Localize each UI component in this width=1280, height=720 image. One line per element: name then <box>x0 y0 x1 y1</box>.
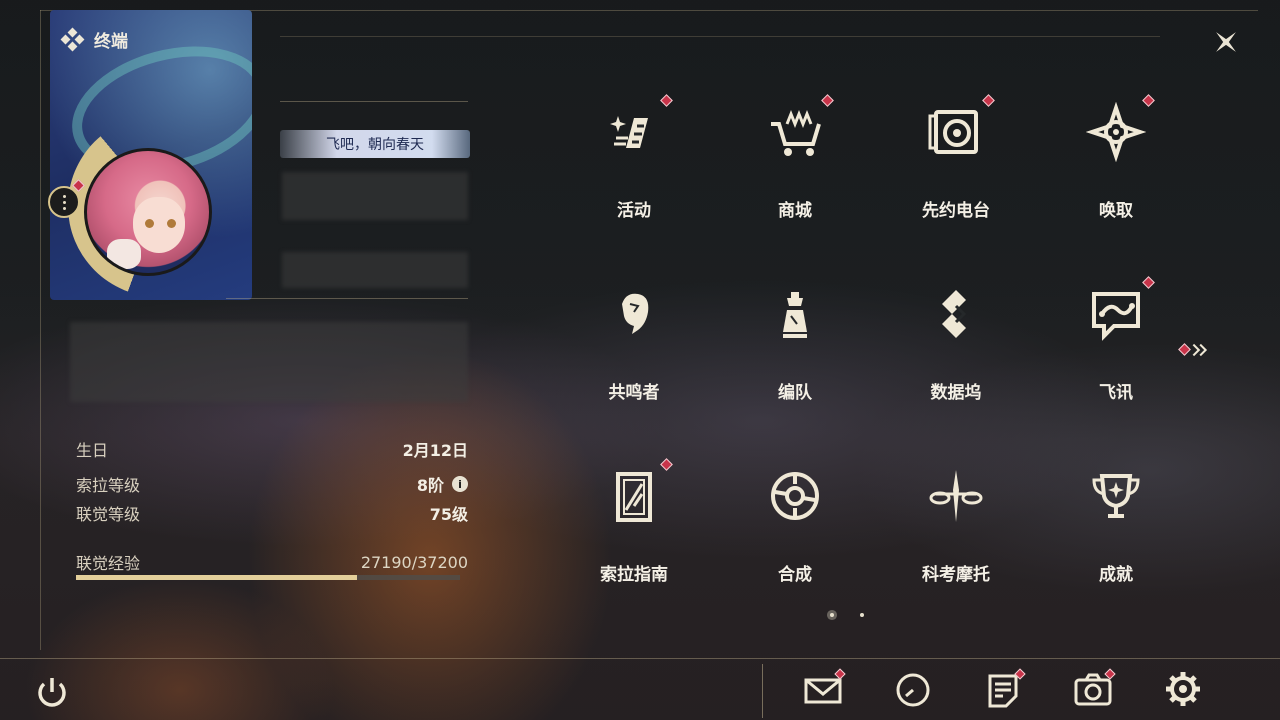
settings-button[interactable] <box>1162 668 1204 710</box>
menu-item-convene[interactable]: 唤取 <box>1056 94 1176 234</box>
power-button[interactable] <box>32 672 72 712</box>
menu-item-events[interactable]: 活动 <box>574 94 694 234</box>
union-exp-fill <box>76 575 357 580</box>
divider <box>280 101 468 102</box>
menu-item-shop[interactable]: 商城 <box>735 94 855 234</box>
clock-icon <box>896 673 930 707</box>
page-indicator-1[interactable] <box>830 613 834 617</box>
menu-item-messages[interactable]: 飞讯 <box>1056 276 1176 416</box>
menu-item-achievements[interactable]: 成就 <box>1056 458 1176 598</box>
terminal-icon <box>60 27 85 51</box>
resonator-icon <box>622 293 649 334</box>
profile-more-button[interactable] <box>48 186 80 218</box>
page-indicator-2[interactable] <box>860 613 864 617</box>
double-chevron-right-icon <box>1192 343 1208 357</box>
power-icon <box>38 678 66 707</box>
birthday-row: 生日 2月12日 <box>76 441 468 460</box>
blurred-player-id <box>282 252 468 288</box>
bottom-bar-line <box>0 658 1280 659</box>
motorbike-icon <box>929 470 983 522</box>
close-button[interactable] <box>1208 24 1244 60</box>
gear-icon <box>1166 672 1200 706</box>
achievement-trophy-icon <box>1092 474 1140 518</box>
next-page-badge <box>1178 343 1191 356</box>
menu-item-motorbike[interactable]: 科考摩托 <box>896 458 1016 598</box>
events-icon <box>610 116 648 148</box>
title-bar: 终端 <box>60 27 128 52</box>
camera-button[interactable] <box>1072 668 1116 710</box>
menu-item-guidebook[interactable]: 索拉指南 <box>574 458 694 598</box>
signature-text: 飞吧，朝向春天 <box>326 137 424 153</box>
info-icon[interactable]: i <box>452 476 468 492</box>
bottom-divider <box>762 664 763 718</box>
databank-icon <box>942 290 967 338</box>
menu-item-resonators[interactable]: 共鸣者 <box>574 276 694 416</box>
signature-plate[interactable]: 飞吧，朝向春天 <box>280 130 470 158</box>
menu-item-radio[interactable]: 先约电台 <box>896 94 1016 234</box>
synthesis-icon <box>771 472 819 520</box>
shop-cart-icon <box>771 109 821 156</box>
convene-icon <box>1086 102 1146 162</box>
notes-button[interactable] <box>982 668 1026 710</box>
menu-item-databank[interactable]: 数据坞 <box>896 276 1016 416</box>
menu-item-synthesis[interactable]: 合成 <box>735 458 855 598</box>
team-icon <box>783 292 807 338</box>
blurred-bio <box>70 322 468 402</box>
union-exp-row: 联觉经验 27190/37200 <box>76 552 468 574</box>
page-title: 终端 <box>94 32 128 52</box>
mail-button[interactable] <box>802 668 846 710</box>
divider <box>226 298 468 299</box>
frame-left-line <box>40 10 41 650</box>
avatar[interactable] <box>84 148 212 276</box>
sola-level-row: 索拉等级 8阶 i <box>76 472 468 496</box>
frame-mid-line <box>280 36 1160 37</box>
menu-item-team[interactable]: 编队 <box>735 276 855 416</box>
next-page-button[interactable] <box>1178 338 1222 362</box>
radio-icon <box>928 110 978 154</box>
union-level-row: 联觉等级 75级 <box>76 505 468 524</box>
chat-icon <box>1092 292 1140 341</box>
union-exp-bar <box>76 575 460 580</box>
clock-button[interactable] <box>892 668 934 710</box>
blurred-player-name <box>282 172 468 220</box>
close-icon <box>1216 32 1236 52</box>
guidebook-icon <box>616 472 652 522</box>
